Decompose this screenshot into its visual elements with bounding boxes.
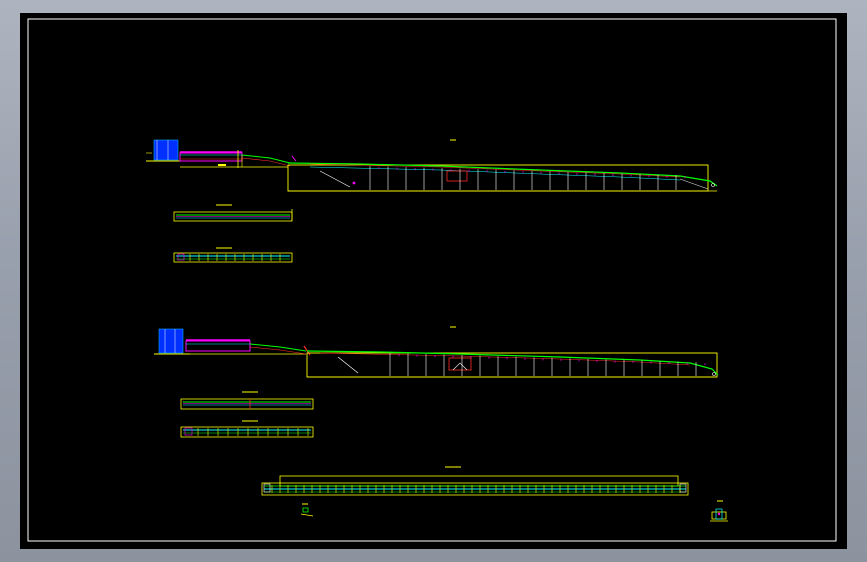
main-gallery [306,352,718,378]
long-section-strip [261,466,689,496]
plan-strip-3 [180,391,314,410]
plan-strip-1 [173,204,293,222]
drawing-border [27,18,837,542]
elevation-view-bottom [154,326,719,378]
drive-section [179,152,243,162]
head-tower [153,139,179,161]
head-tower [158,328,184,354]
detail-b [710,500,728,522]
plan-strip-2 [173,247,293,263]
detail-a [300,503,314,517]
drive-section [185,340,251,352]
cad-drawing [27,18,837,542]
plan-strip-4 [180,420,314,438]
model-space-canvas[interactable] [20,13,847,549]
cad-viewport-bezel [0,0,867,562]
elevation-view-top [146,139,718,192]
main-rail [287,162,718,187]
